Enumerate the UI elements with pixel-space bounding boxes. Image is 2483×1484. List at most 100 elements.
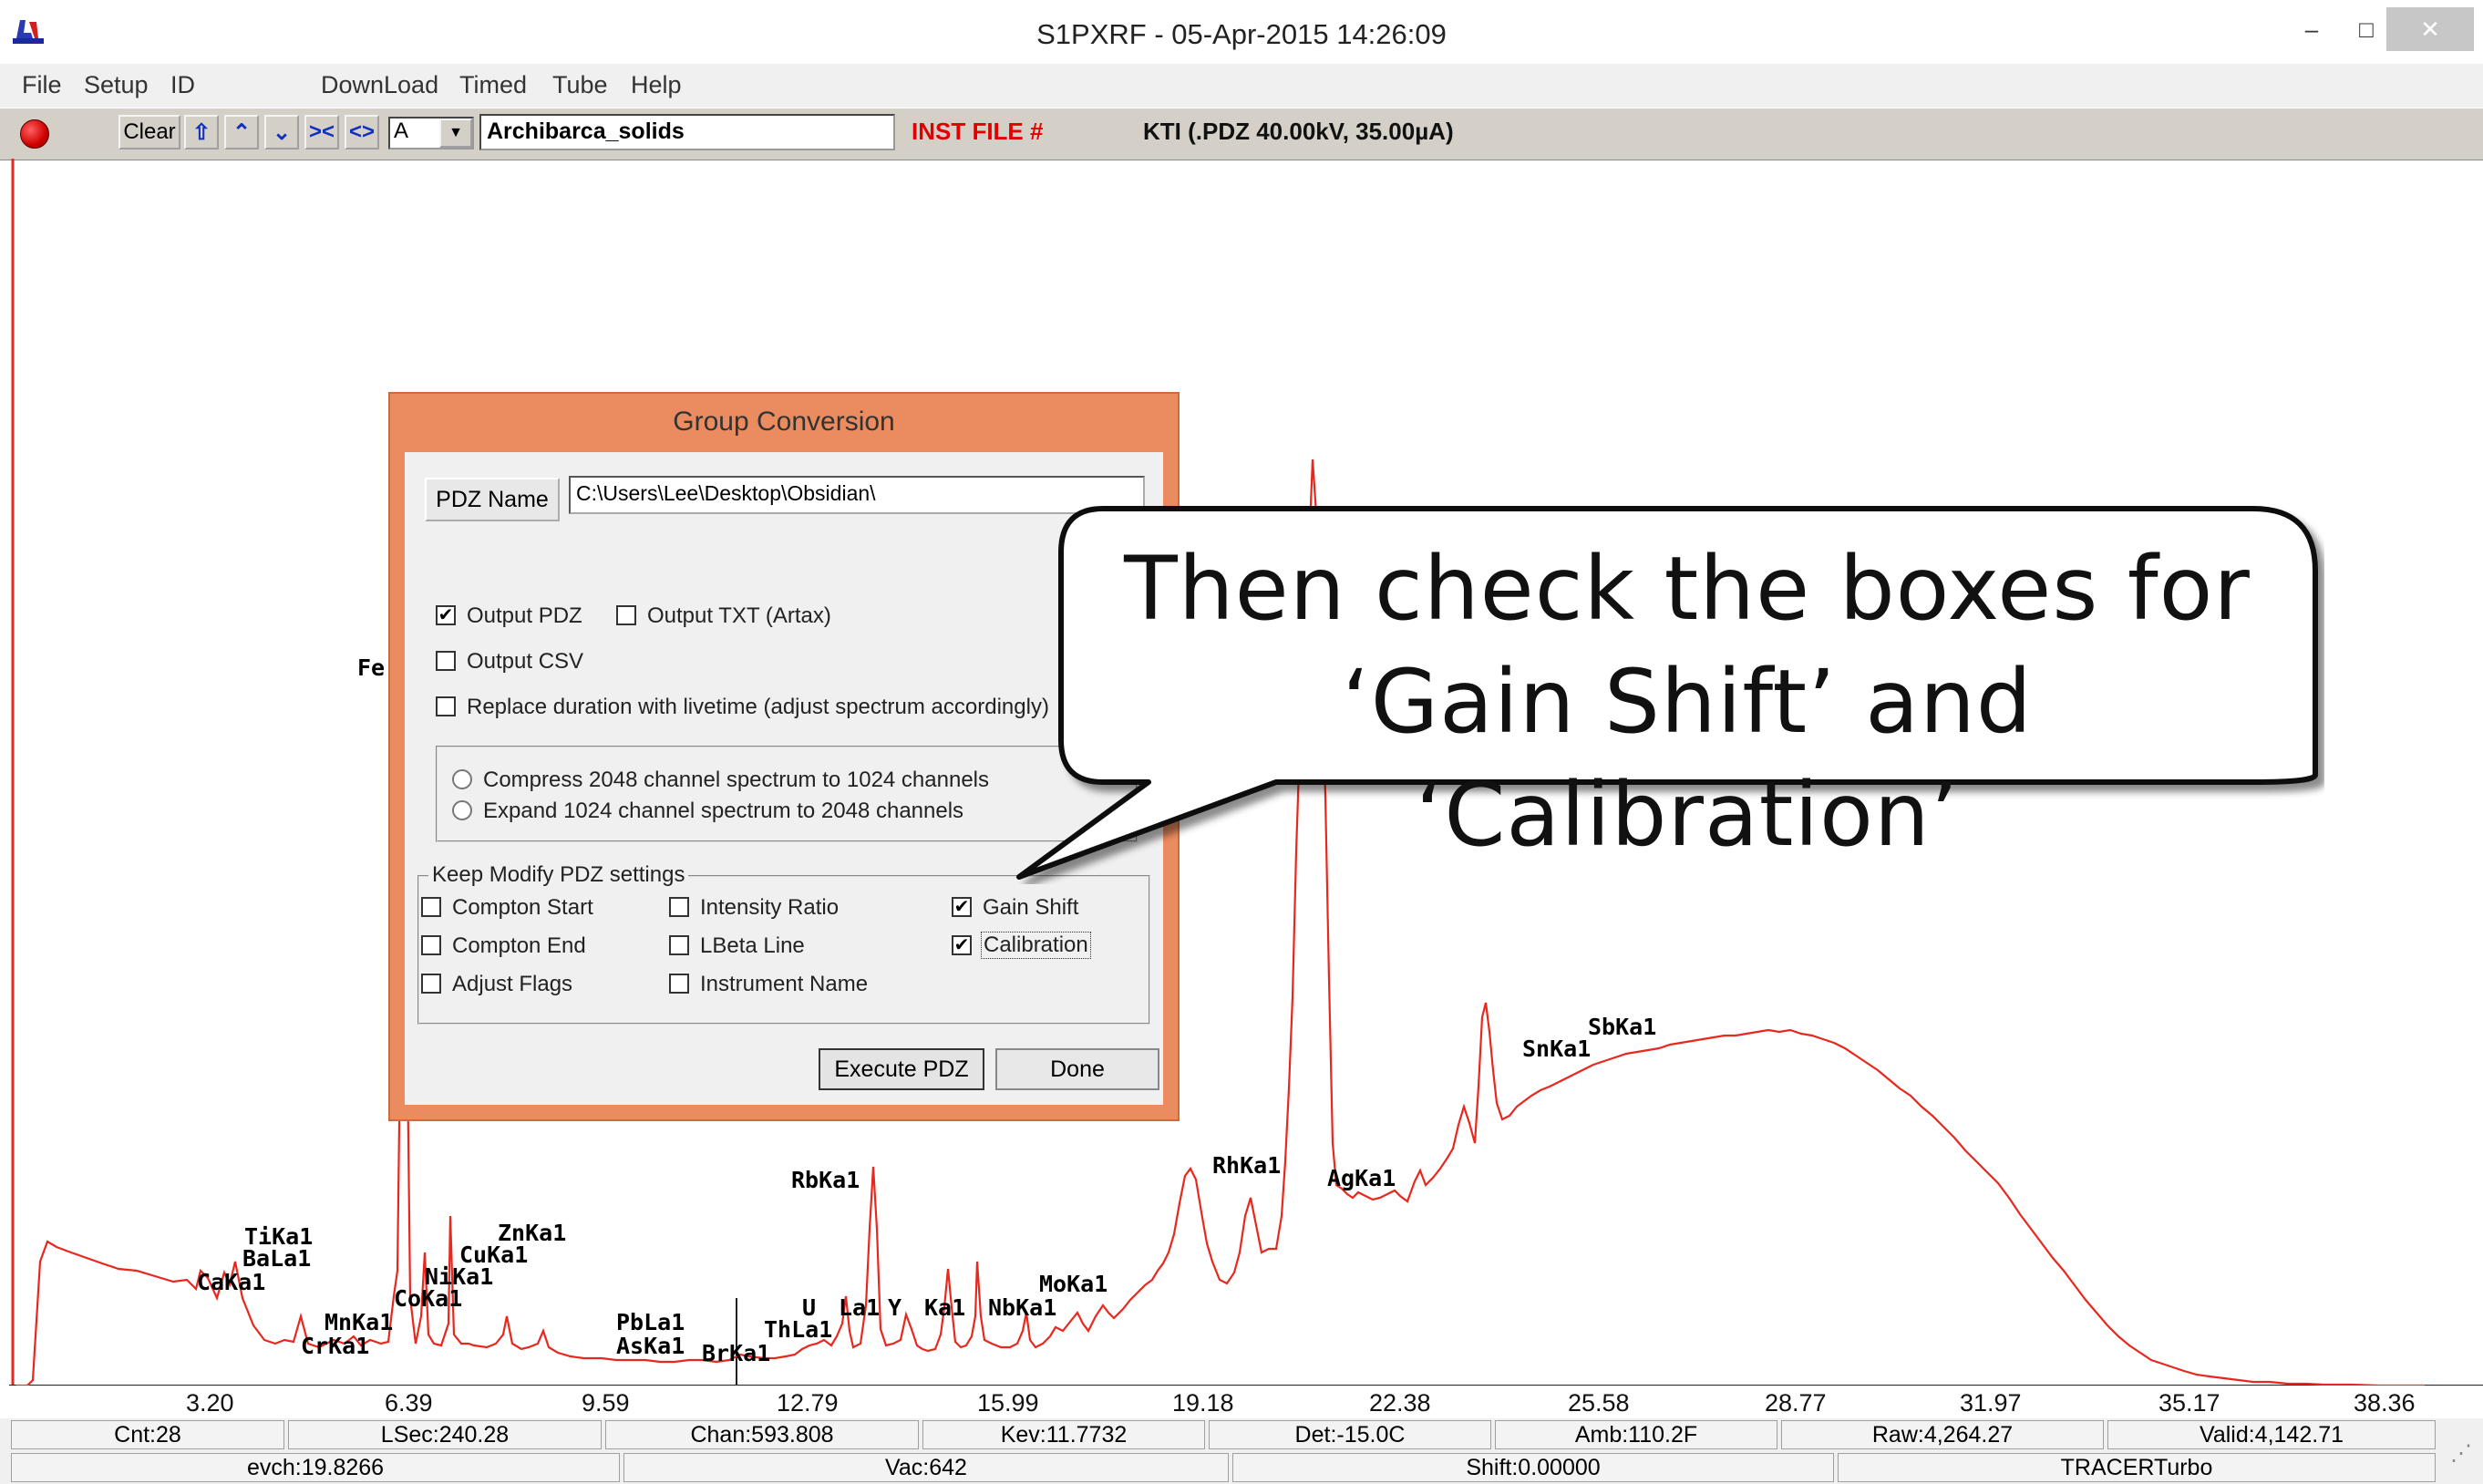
lbeta-line-checkbox[interactable]	[669, 935, 689, 955]
clear-button[interactable]: Clear	[118, 115, 180, 149]
peak-label: RhKa1	[1212, 1152, 1282, 1179]
gain-shift-checkbox[interactable]: ✔	[952, 897, 972, 917]
x-tick-label: 15.99	[977, 1389, 1039, 1417]
callout-text: Then check the boxes for ‘Gain Shift’ an…	[1068, 532, 2306, 871]
status-evch: evch:19.8266	[11, 1453, 620, 1482]
instrument-name-checkbox[interactable]	[669, 974, 689, 994]
replace-duration-label: Replace duration with livetime (adjust s…	[467, 695, 1049, 719]
status-shift: Shift:0.00000	[1232, 1453, 1834, 1482]
expand-radio[interactable]	[452, 800, 472, 820]
zoom-out-icon[interactable]: <>	[345, 115, 379, 149]
peak-label: SnKa1	[1522, 1036, 1592, 1062]
replace-duration-checkbox[interactable]	[436, 696, 456, 716]
status-kev: Kev:11.7732	[922, 1420, 1205, 1449]
x-tick-label: 12.79	[777, 1389, 839, 1417]
expand-label: Expand 1024 channel spectrum to 2048 cha…	[483, 799, 964, 823]
inst-file-label: INST FILE #	[912, 118, 1044, 145]
x-tick-label: 6.39	[385, 1389, 433, 1417]
done-button[interactable]: Done	[995, 1048, 1159, 1090]
peak-label: Fe	[357, 654, 386, 681]
output-txt-label: Output TXT (Artax)	[647, 603, 831, 628]
menu-id[interactable]: ID	[170, 71, 195, 99]
peak-label: BaLa1	[242, 1245, 312, 1272]
scale-down-icon[interactable]: ⌄	[264, 115, 299, 149]
peak-label: MoKa1	[1039, 1271, 1108, 1297]
status-bar-row-2: evch:19.8266 Vac:642 Shift:0.00000 TRACE…	[0, 1451, 2483, 1484]
output-csv-label: Output CSV	[467, 649, 584, 674]
peak-label: PbLa1	[616, 1309, 685, 1335]
peak-label: RbKa1	[791, 1167, 860, 1193]
callout-line-2: ‘Gain Shift’ and ‘Calibration’	[1342, 651, 2033, 866]
toolbar: Clear ⇧ ⌃ ⌄ >< <> A ▼ Archibarca_solids …	[0, 108, 2483, 160]
pdz-name-button[interactable]: PDZ Name	[425, 478, 560, 521]
lbeta-line-label: LBeta Line	[700, 933, 805, 958]
menu-bar: File Setup ID DownLoad Timed Tube Help	[0, 64, 2483, 108]
output-pdz-checkbox[interactable]: ✔	[436, 605, 456, 625]
peak-label: CrKa1	[301, 1333, 370, 1359]
status-instrument: TRACERTurbo	[1838, 1453, 2436, 1482]
status-bar-row-1: Cnt:28 LSec:240.28 Chan:593.808 Kev:11.7…	[0, 1418, 2483, 1451]
status-channel: Chan:593.808	[605, 1420, 919, 1449]
output-csv-checkbox[interactable]	[436, 651, 456, 671]
menu-file[interactable]: File	[22, 71, 62, 99]
window-title: S1PXRF - 05-Apr-2015 14:26:09	[1036, 18, 1447, 50]
peak-label: SbKa1	[1588, 1014, 1657, 1040]
close-button[interactable]: ✕	[2386, 7, 2474, 51]
peak-label: BrKa1	[702, 1340, 771, 1366]
adjust-flags-checkbox[interactable]	[421, 974, 441, 994]
callout-line-1: Then check the boxes for	[1124, 538, 2251, 640]
scale-up-icon[interactable]: ⌃	[224, 115, 259, 149]
compress-radio[interactable]	[452, 769, 472, 789]
intensity-ratio-checkbox[interactable]	[669, 897, 689, 917]
sample-name-field[interactable]: Archibarca_solids	[479, 114, 895, 150]
compton-end-label: Compton End	[452, 933, 586, 958]
compton-end-checkbox[interactable]	[421, 935, 441, 955]
compress-label: Compress 2048 channel spectrum to 1024 c…	[483, 768, 989, 792]
x-tick-label: 38.36	[2354, 1389, 2416, 1417]
dialog-title: Group Conversion	[673, 407, 895, 437]
menu-help[interactable]: Help	[631, 71, 682, 99]
status-raw: Raw:4,264.27	[1781, 1420, 2104, 1449]
peak-label: NbKa1	[988, 1294, 1057, 1321]
menu-timed[interactable]: Timed	[459, 71, 527, 99]
adjust-flags-label: Adjust Flags	[452, 972, 573, 996]
x-tick-label: 3.20	[186, 1389, 234, 1417]
peak-label: AsKa1	[616, 1333, 685, 1359]
calibration-checkbox[interactable]: ✔	[952, 935, 972, 955]
compton-start-checkbox[interactable]	[421, 897, 441, 917]
menu-download[interactable]: DownLoad	[321, 71, 438, 99]
chevron-down-icon[interactable]: ▼	[439, 119, 472, 148]
x-tick-label: 9.59	[582, 1389, 630, 1417]
zoom-in-icon[interactable]: ><	[304, 115, 339, 149]
peak-label: ZnKa1	[498, 1220, 567, 1246]
x-tick-label: 35.17	[2158, 1389, 2220, 1417]
peak-label: AgKa1	[1327, 1165, 1396, 1191]
status-live-seconds: LSec:240.28	[288, 1420, 602, 1449]
execute-pdz-button[interactable]: Execute PDZ	[819, 1048, 984, 1090]
peak-label: ThLa1	[764, 1316, 833, 1343]
gain-shift-label: Gain Shift	[983, 895, 1079, 920]
output-pdz-label: Output PDZ	[467, 603, 582, 628]
output-txt-checkbox[interactable]	[616, 605, 636, 625]
peak-label: CaKa1	[197, 1269, 266, 1295]
calibration-label: Calibration	[981, 932, 1091, 959]
x-tick-label: 22.38	[1369, 1389, 1431, 1417]
x-tick-label: 25.58	[1568, 1389, 1630, 1417]
status-ambient-temp: Amb:110.2F	[1495, 1420, 1777, 1449]
status-detector-temp: Det:-15.0C	[1209, 1420, 1491, 1449]
peak-label: La1	[839, 1294, 881, 1321]
x-tick-label: 28.77	[1765, 1389, 1827, 1417]
resize-grip-icon[interactable]: ⋰	[2450, 1440, 2472, 1467]
status-valid: Valid:4,142.71	[2107, 1420, 2436, 1449]
status-vacuum: Vac:642	[623, 1453, 1229, 1482]
peak-label: Ka1	[924, 1294, 966, 1321]
intensity-ratio-label: Intensity Ratio	[700, 895, 840, 920]
compton-start-label: Compton Start	[452, 895, 593, 920]
x-tick-label: 19.18	[1172, 1389, 1234, 1417]
status-count: Cnt:28	[11, 1420, 284, 1449]
title-bar: S1PXRF - 05-Apr-2015 14:26:09 – □ ✕	[0, 0, 2483, 65]
menu-tube[interactable]: Tube	[552, 71, 608, 99]
menu-setup[interactable]: Setup	[84, 71, 149, 99]
home-icon[interactable]: ⇧	[184, 115, 219, 149]
record-indicator-icon[interactable]	[20, 119, 49, 149]
